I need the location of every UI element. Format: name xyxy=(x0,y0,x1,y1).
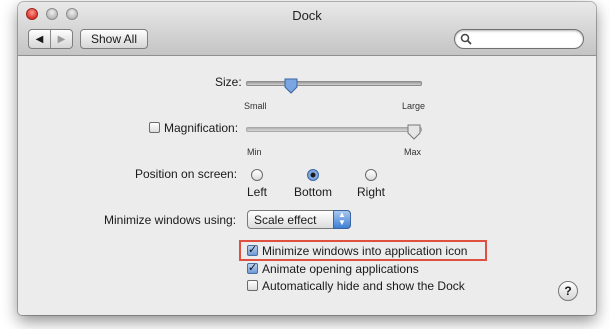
nav-back-forward: ◀ ▶ xyxy=(28,29,73,49)
position-left-label: Left xyxy=(247,185,268,199)
animate-opening-checkbox[interactable] xyxy=(247,261,258,274)
size-max-label: Large xyxy=(402,101,426,111)
search-icon xyxy=(460,33,472,45)
forward-arrow-icon[interactable]: ▶ xyxy=(50,30,72,48)
back-arrow-icon[interactable]: ◀ xyxy=(29,30,50,48)
magnification-slider-track[interactable] xyxy=(246,127,422,132)
dock-preferences-window: Dock ◀ ▶ Show All Size: Small Large Magn… xyxy=(18,2,596,315)
minimize-into-icon-label: Minimize windows into application icon xyxy=(262,244,468,258)
magnification-slider-thumb[interactable] xyxy=(407,124,421,140)
magnification-label: Magnification: xyxy=(164,121,239,135)
position-label: Position on screen: xyxy=(135,167,238,181)
autohide-dock-checkbox[interactable] xyxy=(247,280,258,291)
size-label: Size: xyxy=(215,75,242,89)
show-all-button[interactable]: Show All xyxy=(80,29,148,49)
autohide-dock-label: Automatically hide and show the Dock xyxy=(262,279,465,293)
position-bottom-label: Bottom xyxy=(294,185,333,199)
title-bar: Dock ◀ ▶ Show All xyxy=(18,2,596,56)
position-bottom-radio[interactable] xyxy=(307,169,319,181)
magnification-checkbox[interactable] xyxy=(149,122,160,133)
position-left-radio[interactable] xyxy=(251,169,263,181)
minimize-effect-popup[interactable]: Scale effect ▲ ▼ xyxy=(247,210,351,229)
window-title: Dock xyxy=(292,8,322,23)
magnification-max-label: Max xyxy=(404,147,422,157)
minimize-effect-label: Minimize windows using: xyxy=(104,213,237,227)
search-field[interactable] xyxy=(454,29,584,49)
magnification-min-label: Min xyxy=(247,147,262,157)
position-right-radio[interactable] xyxy=(365,169,377,181)
popup-arrows-icon: ▲ ▼ xyxy=(333,210,351,229)
size-slider-thumb[interactable] xyxy=(284,78,298,94)
help-button[interactable]: ? xyxy=(558,281,578,301)
position-right-label: Right xyxy=(357,185,386,199)
minimize-effect-value: Scale effect xyxy=(254,213,317,227)
search-input[interactable] xyxy=(475,31,579,48)
minimize-into-icon-checkbox[interactable] xyxy=(247,243,258,256)
size-min-label: Small xyxy=(244,101,267,111)
animate-opening-label: Animate opening applications xyxy=(262,262,419,276)
size-slider-track[interactable] xyxy=(246,81,422,86)
